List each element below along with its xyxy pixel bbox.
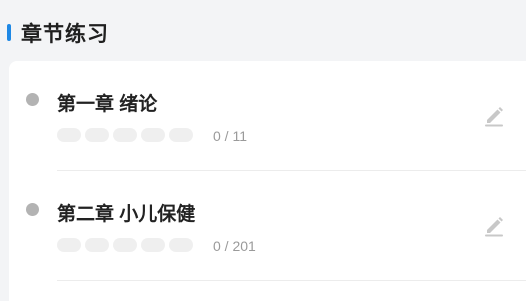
chapter-progress-blocks (57, 128, 193, 142)
progress-block (141, 238, 165, 252)
section-title: 章节练习 (21, 23, 109, 46)
chapter-bullet (26, 203, 39, 216)
chapter-bullet (26, 93, 39, 106)
progress-block (85, 128, 109, 142)
chapter-item-2[interactable]: 第二章 小儿保健 0 / 201 (9, 171, 526, 281)
edit-icon[interactable] (482, 103, 506, 127)
section-accent-bar (7, 24, 11, 41)
progress-block (113, 238, 137, 252)
chapter-list-card: 第一章 绪论 0 / 11 第二章 小儿保健 0 / 201 (9, 61, 526, 301)
chapter-title: 第一章 绪论 (57, 94, 158, 115)
chapter-progress-count: 0 / 201 (213, 238, 256, 254)
edit-icon[interactable] (482, 213, 506, 237)
chapter-title: 第二章 小儿保健 (57, 204, 196, 225)
progress-block (141, 128, 165, 142)
progress-block (169, 128, 193, 142)
progress-block (85, 238, 109, 252)
section-header: 章节练习 (0, 0, 526, 60)
chapter-divider (57, 280, 526, 281)
chapter-item-1[interactable]: 第一章 绪论 0 / 11 (9, 61, 526, 171)
progress-block (169, 238, 193, 252)
progress-block (57, 238, 81, 252)
progress-block (113, 128, 137, 142)
progress-block (57, 128, 81, 142)
chapter-progress-count: 0 / 11 (213, 128, 247, 144)
chapter-progress-blocks (57, 238, 193, 252)
